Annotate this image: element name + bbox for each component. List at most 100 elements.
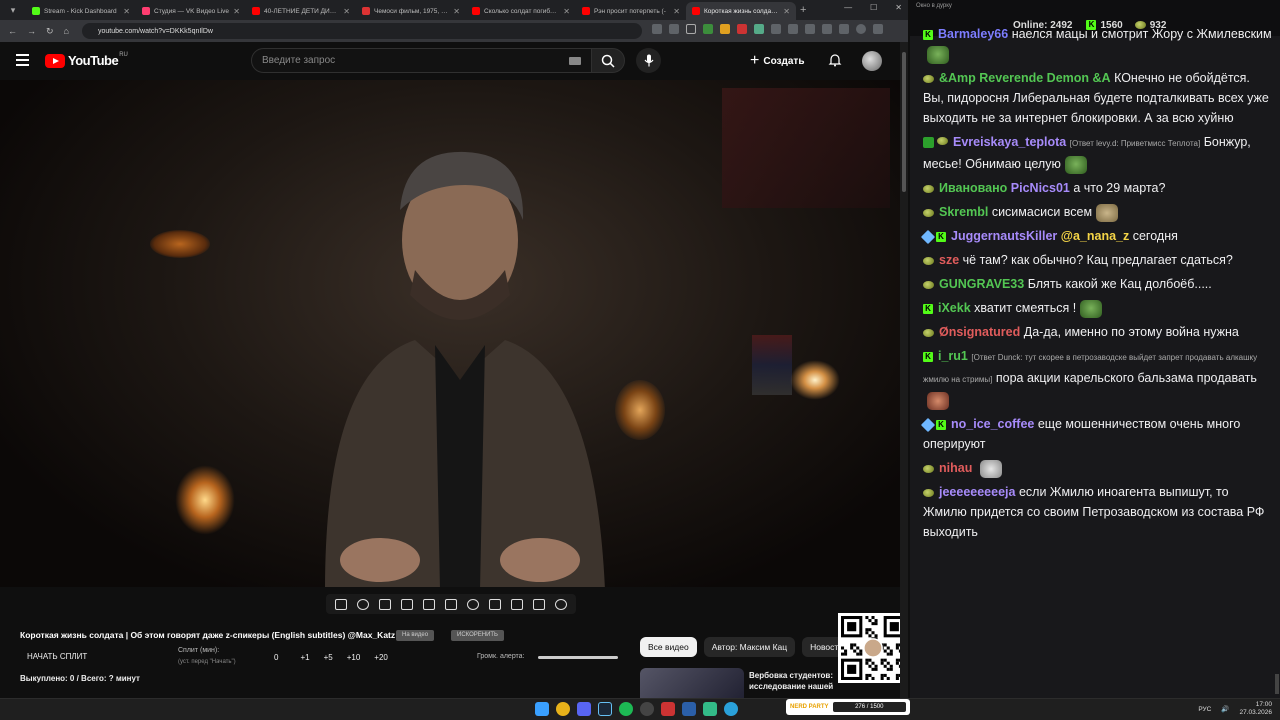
- home-icon[interactable]: ⌂: [64, 26, 69, 37]
- tab-close-icon[interactable]: ✕: [123, 7, 130, 16]
- recommended-title[interactable]: Вербовка студентов: исследование нашей .…: [749, 670, 841, 698]
- extension-icon[interactable]: [703, 24, 713, 34]
- flask-icon[interactable]: [533, 598, 545, 610]
- notifications-bell-icon[interactable]: [828, 53, 842, 67]
- new-tab-button[interactable]: +: [800, 4, 806, 16]
- split-step-button[interactable]: 0: [274, 653, 278, 662]
- extension-icon[interactable]: [788, 24, 798, 34]
- cast-icon[interactable]: [652, 24, 662, 34]
- chat-username[interactable]: GUNGRAVE33: [939, 277, 1024, 291]
- youtube-logo[interactable]: YouTube RU: [45, 52, 128, 68]
- back-icon[interactable]: ←: [8, 26, 17, 37]
- split-step-button[interactable]: +1: [300, 653, 309, 662]
- steam-icon[interactable]: [598, 702, 612, 716]
- search-input[interactable]: Введите запрос: [251, 48, 592, 73]
- url-input[interactable]: youtube.com/watch?v=DKKk5qnIlDw: [82, 23, 642, 39]
- chat-scrollbar[interactable]: [1274, 36, 1280, 698]
- chat-username[interactable]: Ивановано: [939, 181, 1007, 195]
- app-icon[interactable]: [682, 702, 696, 716]
- extension-icon[interactable]: [737, 24, 747, 34]
- app-icon[interactable]: [703, 702, 717, 716]
- extension-icon[interactable]: [720, 24, 730, 34]
- chat-username[interactable]: i_ru1: [938, 349, 968, 363]
- telegram-icon[interactable]: [724, 702, 738, 716]
- download-icon[interactable]: [822, 24, 832, 34]
- minimize-icon[interactable]: —: [844, 3, 852, 12]
- film-strip-icon[interactable]: [445, 598, 457, 610]
- puzzle-icon[interactable]: [805, 24, 815, 34]
- chat-mention[interactable]: @a_nana_z: [1061, 229, 1129, 243]
- account-avatar[interactable]: [862, 51, 882, 71]
- filter-chip[interactable]: Все видео: [640, 637, 697, 657]
- keyboard-icon[interactable]: [569, 57, 581, 65]
- reload-icon[interactable]: ↻: [46, 26, 54, 37]
- browser-tab[interactable]: Сколько солдат погибло в ✕: [466, 2, 576, 20]
- chat-mention[interactable]: PicNics01: [1011, 181, 1070, 195]
- tab-search-icon[interactable]: ▾: [0, 0, 26, 20]
- browser-tab[interactable]: Короткая жизнь солдата | О ✕: [686, 2, 796, 20]
- sidebar-icon[interactable]: [839, 24, 849, 34]
- chat-username[interactable]: iXekk: [938, 301, 971, 315]
- browser-tab[interactable]: 40-ЛЕТНИЕ ДЕТИ ДИСНЕЯ✕: [246, 2, 356, 20]
- camera-icon[interactable]: [511, 598, 523, 610]
- extension-icon[interactable]: [754, 24, 764, 34]
- chat-username[interactable]: jeeeeeeeeeja: [939, 485, 1015, 499]
- video-player[interactable]: [0, 80, 900, 587]
- obs-icon[interactable]: [640, 702, 654, 716]
- screen-icon[interactable]: [379, 598, 391, 610]
- windows-start-icon[interactable]: [535, 702, 549, 716]
- bookmark-star-icon[interactable]: [686, 24, 696, 34]
- menu-dots-icon[interactable]: [873, 24, 883, 34]
- recommended-thumbnail[interactable]: [640, 668, 744, 698]
- forward-icon[interactable]: →: [27, 26, 36, 37]
- browser-tab[interactable]: Рэн просит потерпеть (- ✕: [576, 2, 686, 20]
- split-step-button[interactable]: +5: [324, 653, 333, 662]
- broadcast-icon[interactable]: [357, 598, 369, 610]
- voice-search-button[interactable]: [636, 48, 661, 73]
- spotify-icon[interactable]: [619, 702, 633, 716]
- tab-close-icon[interactable]: ✕: [783, 7, 790, 16]
- tab-close-icon[interactable]: ✕: [673, 7, 680, 16]
- speed-icon[interactable]: [467, 598, 479, 610]
- chat-username[interactable]: sze: [939, 253, 959, 267]
- profile-icon[interactable]: [856, 24, 866, 34]
- chrome-icon[interactable]: [556, 702, 570, 716]
- extension-icon[interactable]: [771, 24, 781, 34]
- clapper-icon[interactable]: [401, 598, 413, 610]
- volume-icon[interactable]: 🔊: [1221, 705, 1229, 713]
- browser-tab[interactable]: Студия — VK Видео Live ✕: [136, 2, 246, 20]
- maximize-icon[interactable]: ☐: [870, 3, 877, 12]
- zoom-icon[interactable]: [669, 24, 679, 34]
- app-icon[interactable]: [661, 702, 675, 716]
- chat-username[interactable]: JuggernautsKiller: [951, 229, 1057, 243]
- clock[interactable]: 17:00 27.03.2026: [1239, 701, 1272, 717]
- tab-close-icon[interactable]: ✕: [233, 7, 240, 16]
- chat-username[interactable]: nihau: [939, 461, 972, 475]
- start-split-button[interactable]: НАЧАТЬ СПЛИТ: [27, 652, 87, 661]
- add-icon[interactable]: [489, 598, 501, 610]
- menu-icon[interactable]: [16, 54, 29, 66]
- filter-chip[interactable]: Автор: Максим Кац: [703, 637, 796, 657]
- picture-in-picture-icon[interactable]: [423, 598, 435, 610]
- chat-username[interactable]: Barmaley66: [938, 27, 1008, 41]
- alert-volume-slider[interactable]: [538, 656, 618, 659]
- browser-tab[interactable]: Stream - Kick Dashboard ✕: [26, 2, 136, 20]
- close-icon[interactable]: ✕: [895, 3, 902, 12]
- chat-username[interactable]: no_ice_coffee: [951, 417, 1034, 431]
- split-step-button[interactable]: +10: [347, 653, 361, 662]
- tab-close-icon[interactable]: ✕: [453, 7, 460, 16]
- discord-icon[interactable]: [577, 702, 591, 716]
- chat-username[interactable]: Skrembl: [939, 205, 988, 219]
- browser-tab[interactable]: Чемоси фильм, 1975, дата ✕: [356, 2, 466, 20]
- loop-icon[interactable]: [335, 598, 347, 610]
- tab-close-icon[interactable]: ✕: [563, 7, 570, 16]
- chat-username[interactable]: &Amp Reverende Demon &A: [939, 71, 1111, 85]
- chat-username[interactable]: Evreiskaya_teplota: [953, 135, 1066, 149]
- on-video-button[interactable]: На видео: [396, 630, 435, 641]
- split-step-button[interactable]: +20: [374, 653, 388, 662]
- language-indicator[interactable]: РУС: [1198, 706, 1211, 713]
- tab-close-icon[interactable]: ✕: [343, 7, 350, 16]
- create-button[interactable]: + Создать: [750, 50, 804, 72]
- search-button[interactable]: [591, 48, 625, 73]
- chat-username[interactable]: Ønsignatured: [939, 325, 1020, 339]
